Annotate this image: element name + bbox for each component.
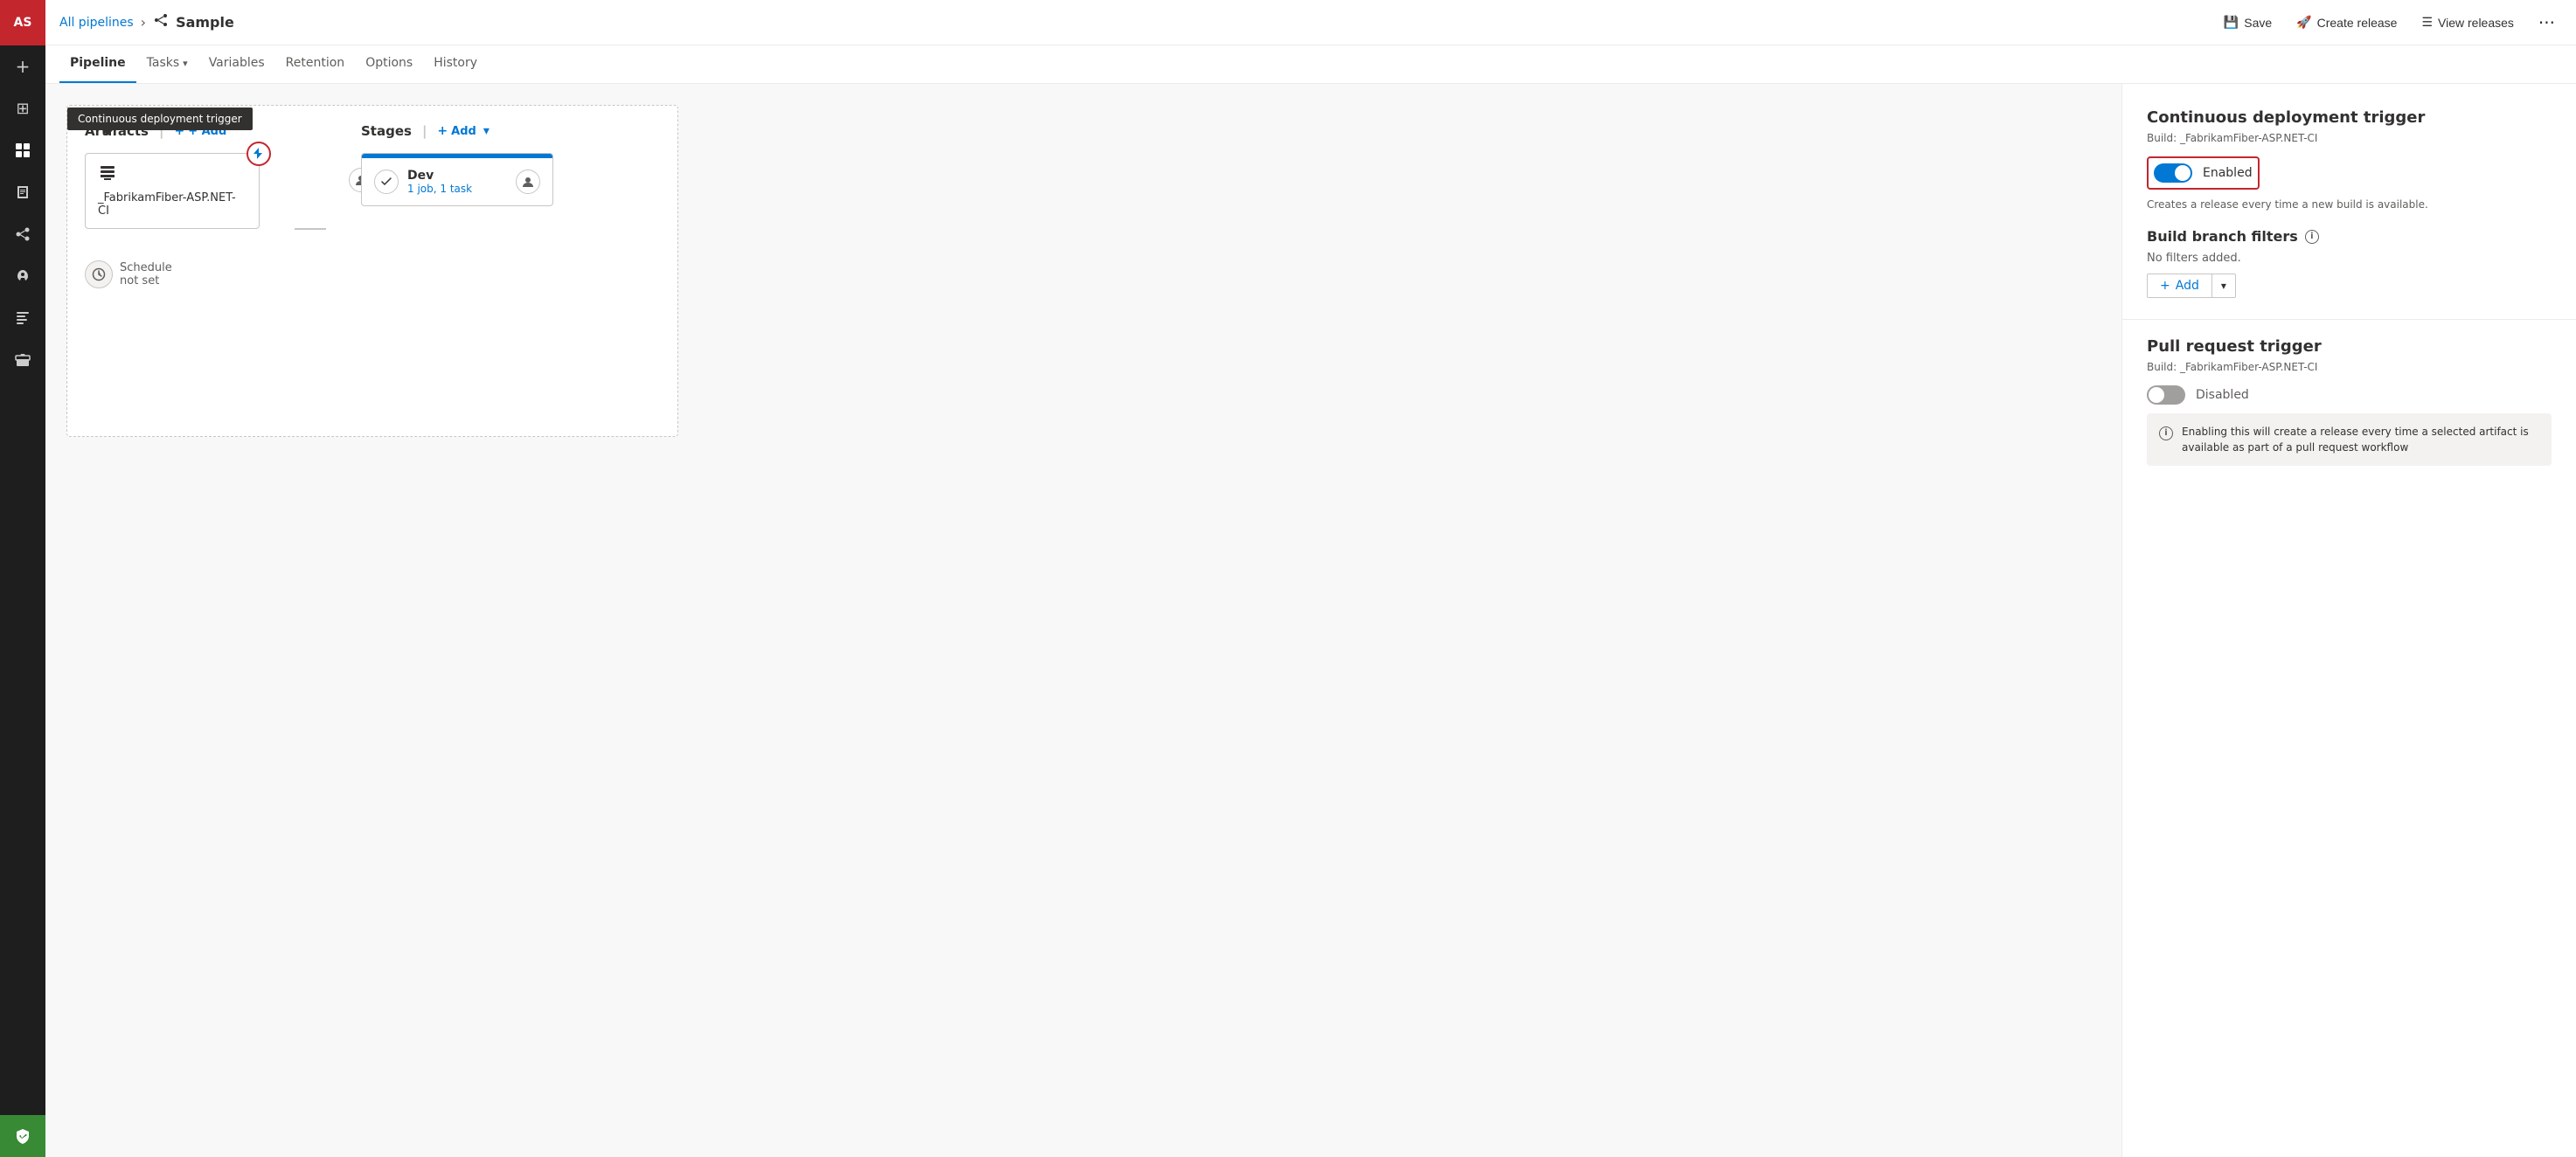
artifact-build-icon [98, 164, 246, 188]
artifact-card[interactable]: _FabrikamFiber-ASP.NET-CI [85, 153, 260, 229]
artifact-container: Continuous deployment trigger _FabrikamF… [85, 153, 260, 239]
content-area: Artifacts | + + Add Continuous deploymen… [45, 84, 2576, 1157]
stages-label: Stages [361, 123, 412, 139]
stage-name: Dev [407, 169, 507, 183]
pipelines-icon[interactable] [0, 213, 45, 255]
no-filters-label: No filters added. [2147, 252, 2552, 265]
plus-icon: + [437, 124, 448, 138]
artifact-name: _FabrikamFiber-ASP.NET-CI [98, 191, 246, 218]
cd-trigger-title: Continuous deployment trigger [2147, 108, 2552, 127]
stage-post-approver[interactable] [516, 170, 540, 194]
tab-retention[interactable]: Retention [275, 45, 356, 83]
repos-icon[interactable] [0, 171, 45, 213]
breadcrumb-separator: › [141, 14, 146, 31]
pipeline-diagram: Artifacts | + + Add Continuous deploymen… [66, 105, 678, 437]
pipeline-canvas: Artifacts | + + Add Continuous deploymen… [45, 84, 2121, 1157]
view-releases-button[interactable]: ☰ View releases [2414, 11, 2520, 33]
add-filter-main[interactable]: + Add [2148, 274, 2212, 297]
stage-tasks[interactable]: 1 job, 1 task [407, 183, 507, 195]
cd-toggle-knob [2175, 165, 2191, 181]
stages-header: Stages | + Add ▾ [361, 123, 660, 139]
all-pipelines-link[interactable]: All pipelines [59, 16, 134, 30]
sidebar: AS + ⊞ [0, 0, 45, 1157]
pr-trigger-section: Pull request trigger Build: _FabrikamFib… [2147, 337, 2552, 466]
overview-icon[interactable]: ⊞ [0, 87, 45, 129]
pr-build-label: Build: _FabrikamFiber-ASP.NET-CI [2147, 361, 2552, 373]
stages-add-link[interactable]: + Add [437, 124, 476, 138]
tabbar: Pipeline Tasks ▾ Variables Retention Opt… [45, 45, 2576, 84]
stage-info: Dev 1 job, 1 task [407, 169, 507, 195]
cd-trigger-section: Continuous deployment trigger Build: _Fa… [2147, 108, 2552, 211]
cd-description: Creates a release every time a new build… [2147, 198, 2552, 211]
stage-card-body: Dev 1 job, 1 task [362, 158, 552, 205]
pr-info-text: Enabling this will create a release ever… [2182, 424, 2539, 455]
topbar-actions: 💾 Save 🚀 Create release ☰ View releases … [2217, 9, 2562, 37]
connector-line [295, 228, 326, 230]
user-avatar[interactable]: AS [0, 0, 45, 45]
pipeline-icon [153, 12, 169, 32]
branch-filters-title: Build branch filters i [2147, 228, 2552, 245]
tab-options[interactable]: Options [355, 45, 423, 83]
branch-filters-info-icon[interactable]: i [2305, 230, 2319, 244]
main-content: All pipelines › Sample 💾 Save 🚀 Create r… [45, 0, 2576, 1157]
save-icon: 💾 [2224, 15, 2239, 30]
stage-wrapper: Dev 1 job, 1 task [361, 153, 660, 206]
list-icon: ☰ [2421, 15, 2433, 30]
add-filter-plus-icon: + [2160, 279, 2170, 293]
create-release-button[interactable]: 🚀 Create release [2289, 11, 2404, 33]
add-filter-dropdown[interactable]: ▾ [2212, 275, 2235, 296]
tab-history[interactable]: History [423, 45, 488, 83]
pr-disabled-label: Disabled [2196, 388, 2249, 402]
connector-container [295, 123, 326, 230]
section-divider [2122, 319, 2576, 320]
more-options-button[interactable]: ··· [2531, 9, 2562, 37]
artifacts-panel: Artifacts | + + Add Continuous deploymen… [85, 123, 260, 288]
pr-trigger-title: Pull request trigger [2147, 337, 2552, 356]
stage-card[interactable]: Dev 1 job, 1 task [361, 153, 553, 206]
tab-pipeline[interactable]: Pipeline [59, 45, 136, 83]
testplans-icon[interactable] [0, 297, 45, 339]
add-filter-label: Add [2176, 279, 2199, 293]
cd-enabled-label: Enabled [2203, 166, 2253, 180]
shield-icon[interactable] [0, 1115, 45, 1157]
pipeline-title: Sample [176, 14, 234, 31]
pr-toggle-row: Disabled [2147, 385, 2552, 405]
stages-divider: | [422, 123, 427, 139]
trigger-badge[interactable] [246, 142, 271, 166]
stages-add-dropdown[interactable]: ▾ [483, 124, 490, 138]
pr-info-icon: i [2159, 425, 2173, 440]
pr-toggle-knob [2149, 387, 2164, 403]
artifacts-icon[interactable] [0, 339, 45, 381]
add-filter-button[interactable]: + Add ▾ [2147, 274, 2236, 298]
cd-toggle-slider [2154, 163, 2192, 183]
breadcrumb: All pipelines › Sample [59, 12, 2210, 32]
right-panel: Continuous deployment trigger Build: _Fa… [2121, 84, 2576, 1157]
clock-icon [85, 260, 113, 288]
stages-panel: Stages | + Add ▾ [361, 123, 660, 206]
cd-toggle[interactable] [2154, 163, 2192, 183]
add-icon[interactable]: + [0, 45, 45, 87]
stage-icon [374, 170, 399, 194]
cd-build-label: Build: _FabrikamFiber-ASP.NET-CI [2147, 132, 2552, 144]
pr-toggle-slider [2147, 385, 2185, 405]
save-button[interactable]: 💾 Save [2217, 11, 2279, 33]
tab-variables[interactable]: Variables [198, 45, 275, 83]
boards-icon[interactable] [0, 129, 45, 171]
schedule-label: Schedule not set [120, 261, 172, 288]
release-icon: 🚀 [2296, 15, 2311, 30]
pr-toggle[interactable] [2147, 385, 2185, 405]
cd-toggle-row: Enabled [2147, 156, 2260, 190]
branch-filters-section: Build branch filters i No filters added.… [2147, 228, 2552, 298]
trigger-tooltip: Continuous deployment trigger [67, 107, 253, 130]
rocket-icon[interactable] [0, 255, 45, 297]
topbar: All pipelines › Sample 💾 Save 🚀 Create r… [45, 0, 2576, 45]
schedule-card[interactable]: Schedule not set [85, 260, 260, 288]
pr-info-box: i Enabling this will create a release ev… [2147, 413, 2552, 466]
tab-tasks[interactable]: Tasks ▾ [136, 45, 198, 83]
